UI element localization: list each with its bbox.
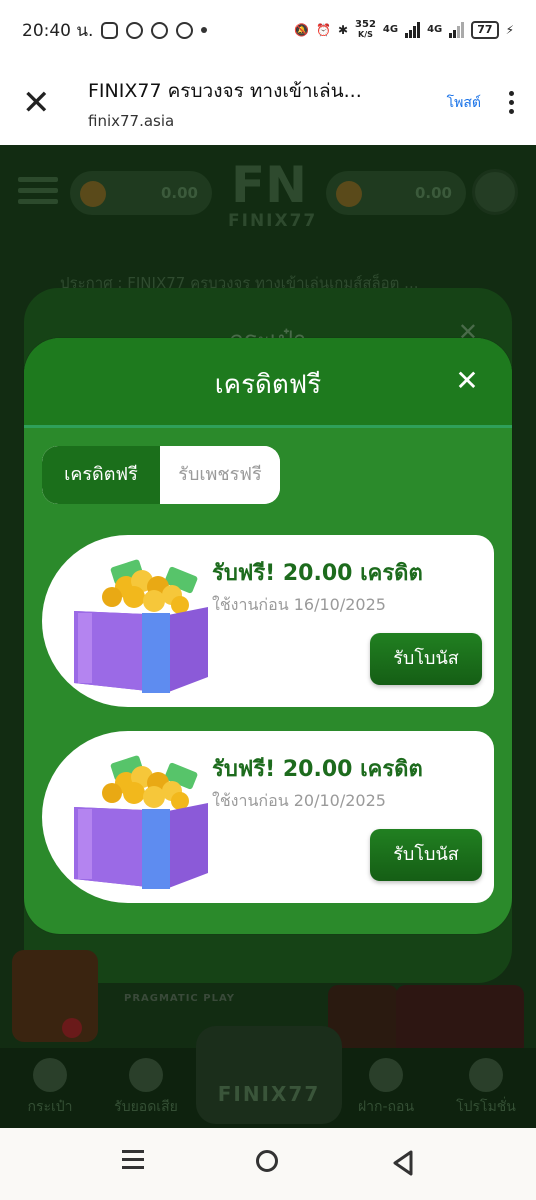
- dnd-icon: 🔕: [294, 23, 310, 37]
- close-tab-icon[interactable]: ✕: [22, 86, 62, 120]
- gift-box-icon: [74, 559, 208, 693]
- nav-deposit-withdraw[interactable]: ฝาก-ถอน: [336, 1058, 436, 1118]
- modal-header: เครดิตฟรี ✕: [24, 338, 512, 428]
- game-tile[interactable]: [12, 950, 98, 1042]
- status-time: 20:40 น.: [22, 20, 94, 41]
- provider-label: PRAGMATIC PLAY: [124, 993, 235, 1004]
- signal-icon: [405, 22, 421, 38]
- modal-title: เครดิตฟรี: [214, 370, 322, 400]
- tab-free-diamond[interactable]: รับเพชรฟรี: [160, 446, 280, 504]
- wallet-icon: [33, 1058, 67, 1092]
- bonus-card-title: รับฟรี! 20.00 เครดิต: [212, 757, 423, 782]
- url-host: finix77.asia: [88, 111, 175, 130]
- cashback-icon: [129, 1058, 163, 1092]
- recent-apps-icon[interactable]: [122, 1150, 144, 1174]
- signal-2-icon: [449, 22, 465, 38]
- page-title: FINIX77 ครบวงจร ทางเข้าเล่น...: [88, 79, 362, 102]
- modal-close-icon[interactable]: ✕: [452, 366, 482, 396]
- bluetooth-icon: ✱: [337, 23, 349, 37]
- app-notification-icon: [101, 21, 119, 39]
- site-logo: FN FINIX77: [228, 156, 318, 231]
- claim-bonus-button[interactable]: รับโบนัส: [370, 633, 482, 685]
- nav-home-logo[interactable]: FINIX77: [196, 1026, 342, 1124]
- status-left: 20:40 น.: [22, 17, 208, 44]
- coin-icon: [80, 181, 106, 207]
- nav-cashback[interactable]: รับยอดเสีย: [96, 1058, 196, 1118]
- screen: 20:40 น. 🔕 ⏰ ✱ 352 K/S 4G 4G 77 ⚡ ✕ FINIX…: [0, 0, 536, 1200]
- site-bottom-nav: กระเป๋า รับยอดเสีย FINIX77 ฝาก-ถอน โปรโม…: [0, 1018, 536, 1128]
- hamburger-menu-icon[interactable]: [18, 177, 58, 210]
- coin-icon: [336, 181, 362, 207]
- net-type-2: 4G: [427, 24, 443, 35]
- net-speed: 352 K/S: [355, 19, 376, 40]
- line-icon: [126, 21, 144, 39]
- deposit-icon: [369, 1058, 403, 1092]
- bonus-card-title: รับฟรี! 20.00 เครดิต: [212, 561, 423, 586]
- system-nav-bar: [0, 1128, 536, 1200]
- site-header: 0.00 FN FINIX77 0.00: [18, 159, 518, 231]
- nav-promotion[interactable]: โปรโมชั่น: [436, 1058, 536, 1118]
- bonus-card-expiry: ใช้งานก่อน 16/10/2025: [212, 595, 386, 614]
- status-bar: 20:40 น. 🔕 ⏰ ✱ 352 K/S 4G 4G 77 ⚡: [0, 0, 536, 60]
- promotion-icon: [469, 1058, 503, 1092]
- claim-bonus-button[interactable]: รับโบนัส: [370, 829, 482, 881]
- notification-badge: [62, 1018, 82, 1038]
- back-icon[interactable]: [392, 1150, 414, 1176]
- url-block[interactable]: FINIX77 ครบวงจร ทางเข้าเล่น... finix77.a…: [88, 76, 447, 130]
- browser-toolbar: ✕ FINIX77 ครบวงจร ทางเข้าเล่น... finix77…: [0, 60, 536, 145]
- bonus-card-expiry: ใช้งานก่อน 20/10/2025: [212, 791, 386, 810]
- home-icon[interactable]: [256, 1150, 278, 1172]
- muted-bell-icon: [176, 21, 194, 39]
- tab-free-credit[interactable]: เครดิตฟรี: [42, 446, 160, 504]
- gift-box-icon: [74, 755, 208, 889]
- credit-tabs: เครดิตฟรี รับเพชรฟรี: [42, 446, 280, 504]
- wallet-balance-left[interactable]: 0.00: [70, 171, 212, 215]
- net-type-1: 4G: [382, 24, 399, 35]
- share-button[interactable]: โพสต์: [447, 92, 481, 114]
- status-right: 🔕 ⏰ ✱ 352 K/S 4G 4G 77 ⚡: [294, 20, 514, 40]
- nav-wallet[interactable]: กระเป๋า: [0, 1018, 100, 1118]
- chat-bubble-icon: [151, 21, 169, 39]
- bonus-card: รับฟรี! 20.00 เครดิต ใช้งานก่อน 16/10/20…: [42, 535, 494, 707]
- free-credit-modal: เครดิตฟรี ✕ เครดิตฟรี รับเพชรฟรี รับฟรี!…: [24, 338, 512, 934]
- alarm-icon: ⏰: [316, 23, 331, 37]
- charging-icon: ⚡: [505, 23, 514, 37]
- bonus-card: รับฟรี! 20.00 เครดิต ใช้งานก่อน 20/10/20…: [42, 731, 494, 903]
- avatar[interactable]: [472, 169, 518, 215]
- more-notifications-dot-icon: [201, 27, 208, 33]
- more-options-icon[interactable]: [509, 91, 514, 114]
- wallet-balance-right[interactable]: 0.00: [326, 171, 466, 215]
- battery-icon: 77: [471, 21, 499, 39]
